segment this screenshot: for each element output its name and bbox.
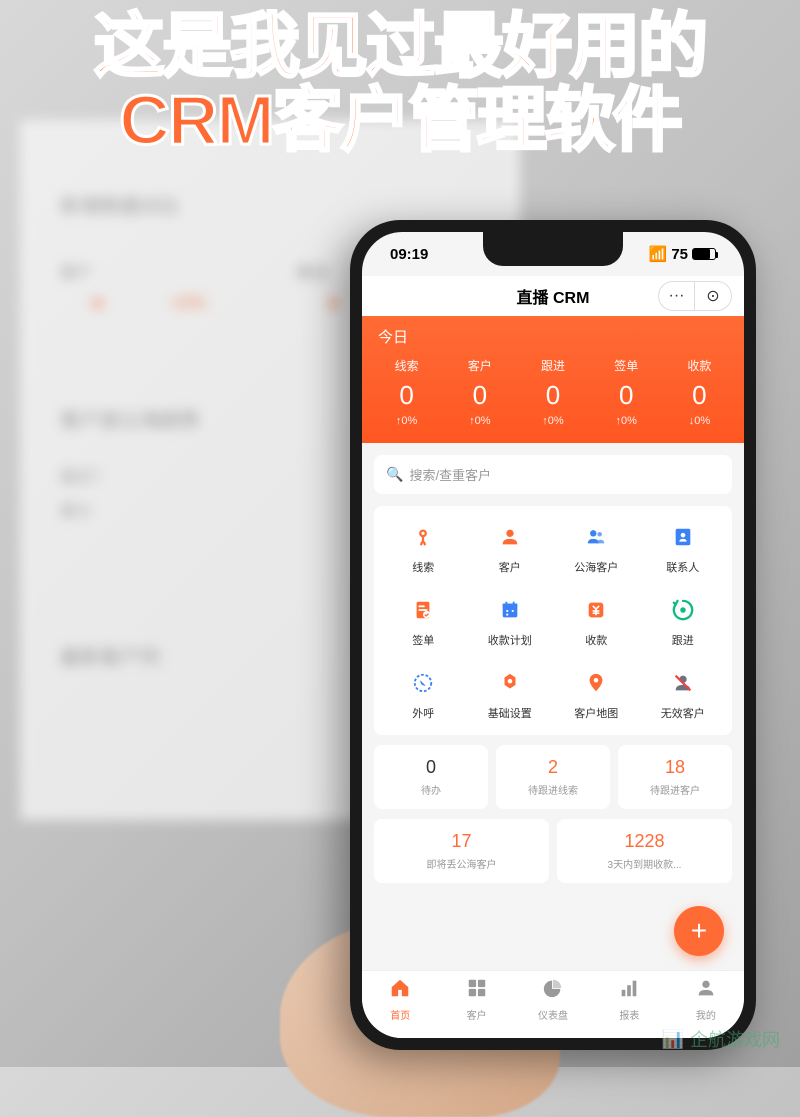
search-icon: 🔍	[386, 466, 403, 483]
order-icon	[406, 593, 440, 627]
status-time: 09:19	[390, 246, 428, 263]
grid-item-payment[interactable]: 收款	[555, 593, 638, 648]
signal-icon: 📶	[649, 245, 668, 263]
todo-card[interactable]: 2待跟进线索	[496, 745, 610, 809]
phone-notch	[483, 232, 623, 266]
feature-grid: 线索客户公海客户联系人签单收款计划收款跟进外呼基础设置客户地图无效客户	[374, 506, 732, 735]
nav-home[interactable]: 首页	[362, 971, 438, 1028]
grid-item-settings[interactable]: 基础设置	[469, 666, 552, 721]
grid-item-plan[interactable]: 收款计划	[469, 593, 552, 648]
stat-item[interactable]: 客户0↑0%	[443, 357, 516, 427]
watermark-icon: 📊	[662, 1029, 684, 1050]
user-icon	[695, 977, 717, 1005]
stat-item[interactable]: 收款0↓0%	[663, 357, 736, 427]
stat-item[interactable]: 签单0↑0%	[590, 357, 663, 427]
followup-icon	[666, 593, 700, 627]
todo-row-1: 0待办2待跟进线索18待跟进客户	[374, 745, 732, 809]
nav-user[interactable]: 我的	[668, 971, 744, 1028]
phone-screen: 09:19 📶 75 直播 CRM ··· ⊙ 今日 线索0↑0%客户0↑0%跟…	[362, 232, 744, 1038]
grid-item-customer[interactable]: 客户	[469, 520, 552, 575]
phone-frame: 09:19 📶 75 直播 CRM ··· ⊙ 今日 线索0↑0%客户0↑0%跟…	[350, 220, 756, 1050]
leads-icon	[406, 520, 440, 554]
watermark: 📊 企航游戏网	[662, 1026, 780, 1052]
today-label: 今日	[362, 316, 744, 353]
grid-item-invalid[interactable]: 无效客户	[642, 666, 725, 721]
home-icon	[389, 977, 411, 1005]
todo-card[interactable]: 12283天内到期收款...	[557, 819, 732, 883]
grid-item-pool[interactable]: 公海客户	[555, 520, 638, 575]
stats-row: 线索0↑0%客户0↑0%跟进0↑0%签单0↑0%收款0↓0%	[362, 353, 744, 443]
nav-grid[interactable]: 客户	[438, 971, 514, 1028]
todo-row-2: 17即将丢公海客户12283天内到期收款...	[374, 819, 732, 883]
grid-item-followup[interactable]: 跟进	[642, 593, 725, 648]
stat-item[interactable]: 线索0↑0%	[370, 357, 443, 427]
grid-item-order[interactable]: 签单	[382, 593, 465, 648]
grid-item-call[interactable]: 外呼	[382, 666, 465, 721]
nav-report[interactable]: 报表	[591, 971, 667, 1028]
grid-item-contact[interactable]: 联系人	[642, 520, 725, 575]
todo-card[interactable]: 0待办	[374, 745, 488, 809]
close-button[interactable]: ⊙	[695, 282, 731, 310]
report-icon	[618, 977, 640, 1005]
settings-icon	[493, 666, 527, 700]
app-header: 直播 CRM ··· ⊙	[362, 276, 744, 316]
grid-item-leads[interactable]: 线索	[382, 520, 465, 575]
battery-percent: 75	[671, 246, 688, 263]
map-icon	[579, 666, 613, 700]
battery-icon	[692, 248, 716, 260]
grid-icon	[466, 977, 488, 1005]
contact-icon	[666, 520, 700, 554]
more-button[interactable]: ···	[659, 282, 695, 310]
stat-item[interactable]: 跟进0↑0%	[516, 357, 589, 427]
search-input[interactable]: 🔍 搜索/查重客户	[374, 455, 732, 494]
grid-item-map[interactable]: 客户地图	[555, 666, 638, 721]
dashboard-icon	[542, 977, 564, 1005]
plan-icon	[493, 593, 527, 627]
pool-icon	[579, 520, 613, 554]
todo-card[interactable]: 17即将丢公海客户	[374, 819, 549, 883]
today-stats-panel: 今日 线索0↑0%客户0↑0%跟进0↑0%签单0↑0%收款0↓0%	[362, 316, 744, 443]
add-button[interactable]: +	[674, 906, 724, 956]
customer-icon	[493, 520, 527, 554]
nav-dashboard[interactable]: 仪表盘	[515, 971, 591, 1028]
call-icon	[406, 666, 440, 700]
headline-overlay: 这是我见过最好用的 CRM客户管理软件	[0, 10, 800, 157]
invalid-icon	[666, 666, 700, 700]
payment-icon	[579, 593, 613, 627]
todo-card[interactable]: 18待跟进客户	[618, 745, 732, 809]
app-title: 直播 CRM	[517, 284, 590, 308]
